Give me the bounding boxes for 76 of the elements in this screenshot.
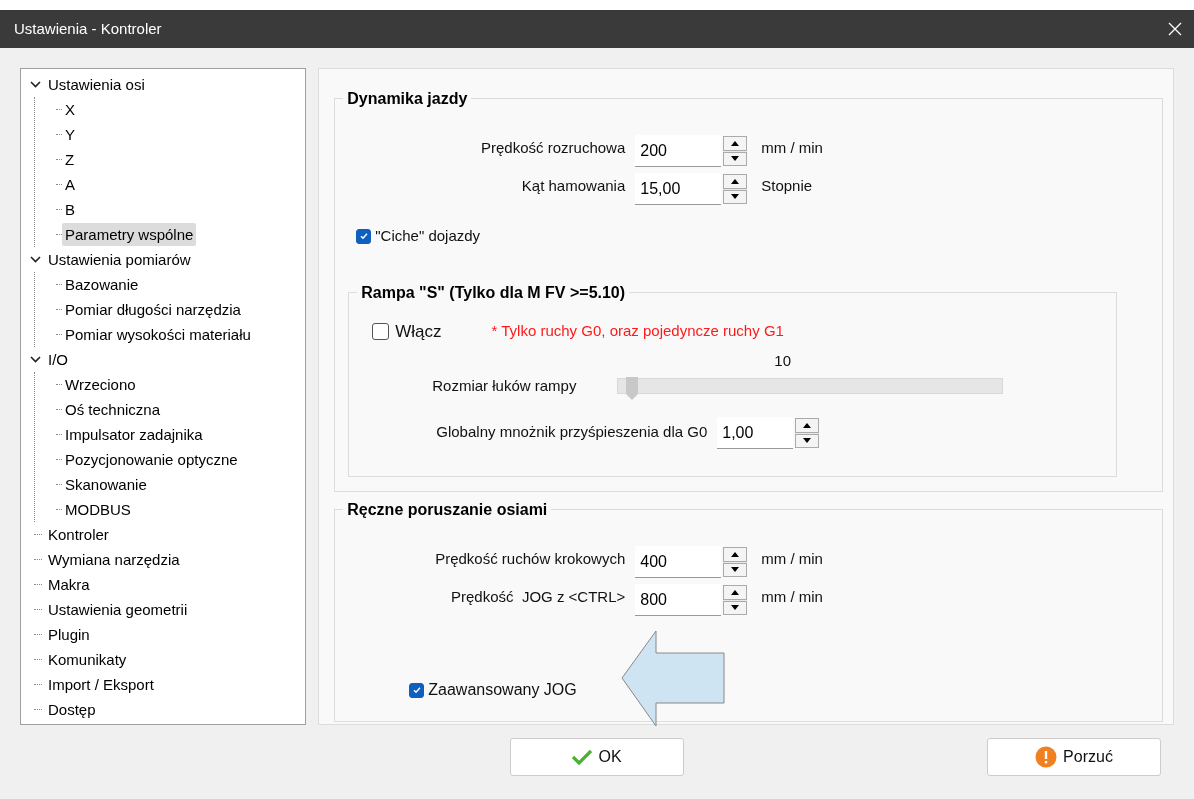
chevron-down-icon (29, 256, 41, 263)
spinner-buttons[interactable] (723, 174, 748, 204)
chevron-down-icon (29, 81, 41, 88)
spinner-buttons[interactable] (723, 547, 748, 577)
number-field[interactable]: 200 (635, 135, 722, 167)
number-field[interactable]: 400 (635, 546, 722, 578)
down-arrow-icon (731, 605, 740, 611)
tree-item[interactable]: Ustawienia pomiarów (45, 250, 194, 268)
checkbox[interactable] (356, 228, 372, 244)
tree-item[interactable]: Pomiar wysokości materiału (62, 323, 254, 346)
down-arrow-icon (731, 194, 740, 200)
up-arrow-icon (731, 140, 740, 146)
ok-button[interactable]: OK (510, 738, 684, 776)
slider-label: Rozmiar łuków rampy (431, 375, 578, 396)
tree-item[interactable]: MODBUS (62, 498, 134, 521)
tree-item[interactable]: Z (62, 148, 78, 171)
close-icon (1168, 22, 1182, 36)
field-label: Prędkość ruchów krokowych (434, 549, 627, 569)
up-arrow-icon (731, 178, 740, 184)
down-arrow-icon (731, 156, 740, 162)
tree-item[interactable]: A (62, 173, 78, 196)
checkmark-icon (411, 685, 422, 695)
down-arrow-icon (803, 438, 812, 444)
spinner-buttons[interactable] (795, 418, 820, 448)
exclamation-icon (1035, 746, 1058, 768)
tree-item[interactable]: Makra (45, 575, 93, 593)
field-label: Kąt hamowania (520, 176, 627, 196)
tree-item[interactable]: Kontroler (45, 525, 112, 543)
tree-item[interactable]: I/O (45, 350, 71, 368)
tree-item[interactable]: Oś techniczna (62, 398, 164, 421)
checkbox[interactable] (409, 682, 425, 698)
down-arrow-icon (731, 567, 740, 573)
unit-label: mm / min (761, 549, 823, 569)
up-arrow-icon (803, 422, 812, 428)
up-arrow-icon (731, 589, 740, 595)
slider-value: 10 (774, 351, 791, 371)
checkbox-label: Zaawansowany JOG (428, 680, 577, 700)
tree-item[interactable]: Komunikaty (45, 650, 130, 668)
field-label: Prędkość rozruchowa (480, 138, 627, 158)
tree-item[interactable]: Import / Eksport (45, 675, 157, 693)
tree-item[interactable]: Pomiar długości narzędzia (62, 298, 244, 321)
tree-item[interactable]: Bazowanie (62, 273, 142, 296)
tree-item[interactable]: Pozycjonowanie optyczne (62, 448, 241, 471)
spinner-buttons[interactable] (723, 136, 748, 166)
tree-item[interactable]: Wymiana narzędzia (45, 550, 183, 568)
checkmark-icon (572, 749, 593, 765)
chevron-down-icon (29, 356, 41, 363)
checkbox-label: Włącz (395, 320, 442, 343)
tree-item[interactable]: Skanowanie (62, 473, 150, 496)
tree-item[interactable]: Ustawienia osi (45, 75, 148, 93)
number-field[interactable]: 15,00 (635, 173, 722, 205)
checkbox[interactable] (372, 322, 390, 340)
unit-label: mm / min (761, 138, 823, 158)
spinner-buttons[interactable] (723, 585, 748, 615)
slider-thumb[interactable] (624, 376, 639, 401)
warning-note: * Tylko ruchy G0, oraz pojedyncze ruchy G1 (491, 321, 784, 341)
number-field[interactable]: 1,00 (717, 417, 794, 449)
tree-item[interactable]: Ustawienia geometrii (45, 600, 191, 618)
field-label: Prędkość JOG z <CTRL> (450, 587, 627, 607)
up-arrow-icon (731, 551, 740, 557)
tree-item[interactable]: X (62, 98, 78, 121)
checkbox-label: "Ciche" dojazdy (375, 226, 481, 246)
tree-item[interactable]: Wrzeciono (62, 373, 139, 396)
field-label: Globalny mnożnik przyśpieszenia dla G0 (435, 422, 709, 442)
tree-item[interactable]: Dostęp (45, 700, 99, 718)
unit-label: mm / min (761, 587, 823, 607)
tree-item[interactable]: Plugin (45, 625, 93, 643)
tree-item[interactable]: Y (62, 123, 78, 146)
tree-item[interactable]: Parametry wspólne (62, 223, 197, 246)
cancel-button[interactable]: Porzuć (987, 738, 1161, 776)
tree-item[interactable]: Impulsator zadajnika (62, 423, 206, 446)
window-title: Ustawienia - Kontroler (14, 18, 162, 39)
tree-item[interactable]: B (62, 198, 78, 221)
number-field[interactable]: 800 (635, 584, 722, 616)
unit-label: Stopnie (761, 176, 813, 196)
checkmark-icon (358, 231, 369, 242)
